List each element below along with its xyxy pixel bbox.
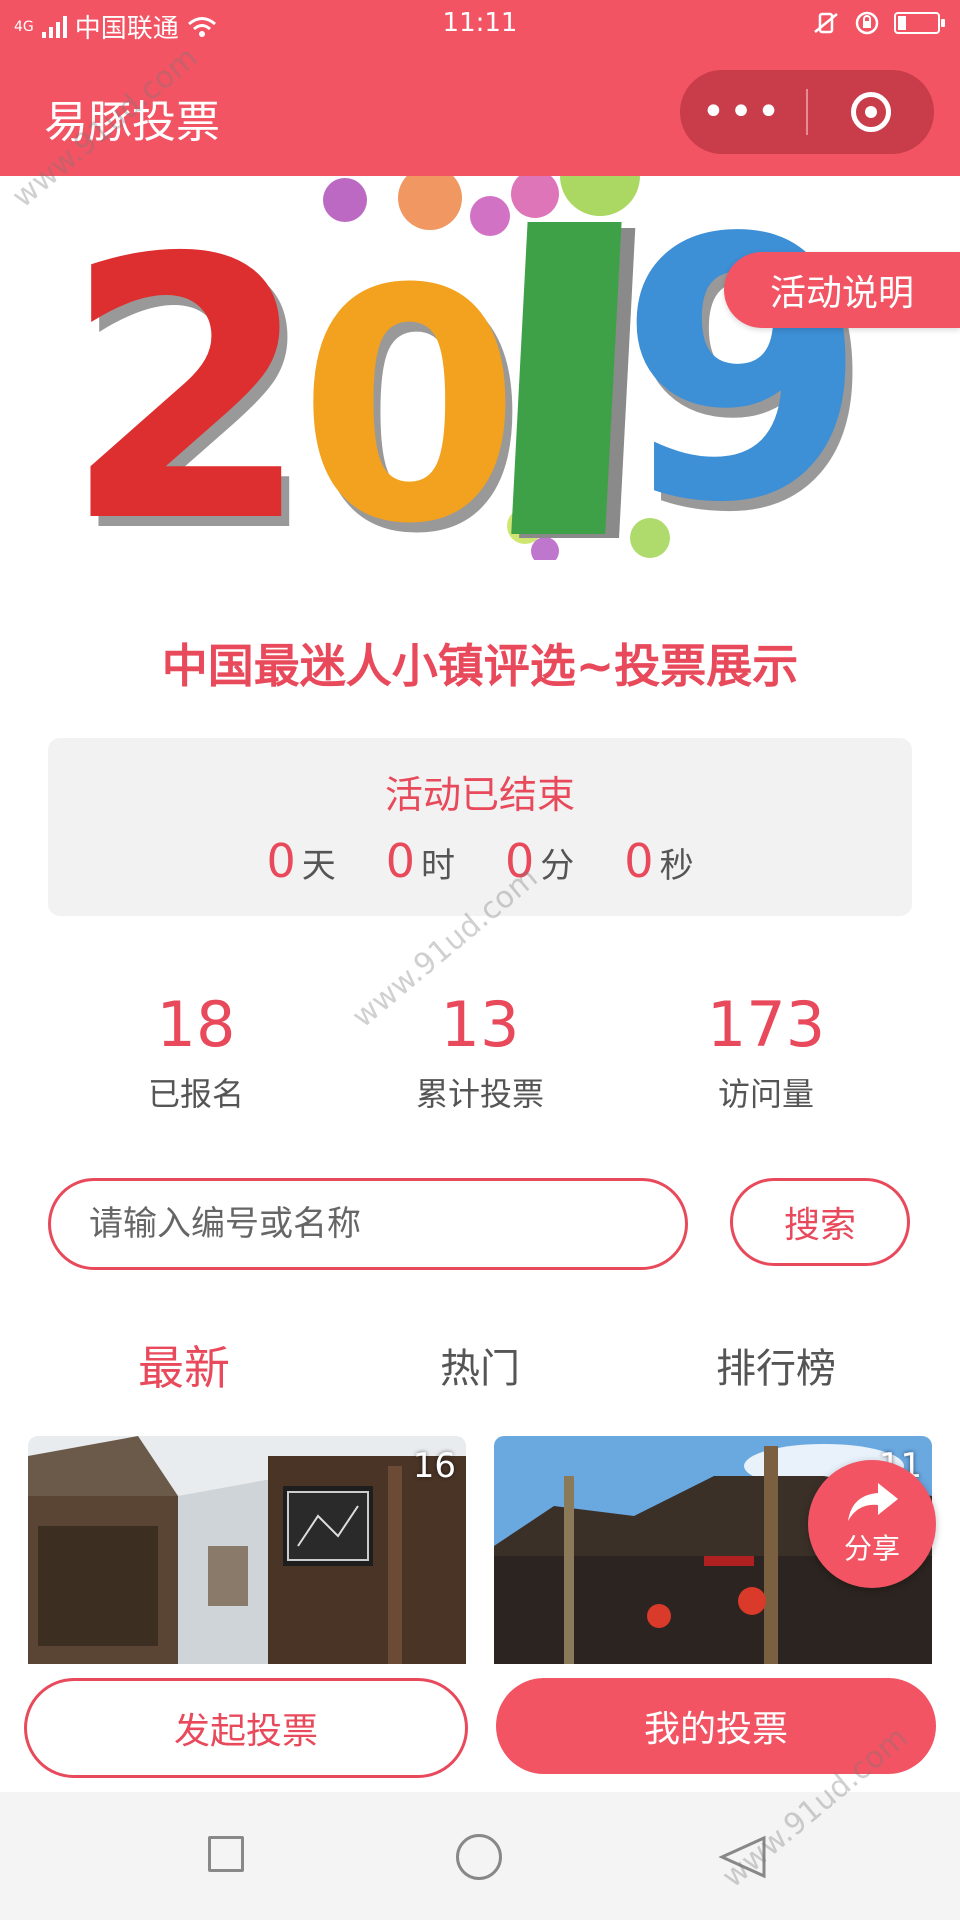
search-input[interactable] <box>48 1178 688 1270</box>
search-button[interactable]: 搜索 <box>730 1178 910 1266</box>
svg-text:0: 0 <box>298 222 521 560</box>
event-status: 活动已结束 <box>384 773 575 817</box>
countdown-seconds: 0 秒 <box>624 834 694 888</box>
start-vote-button[interactable]: 发起投票 <box>24 1678 468 1778</box>
stat-visits: 173 访问量 <box>706 988 826 1113</box>
close-button[interactable] <box>808 92 934 132</box>
tab-ranking[interactable]: 排行榜 <box>626 1336 926 1394</box>
vibrate-off-icon <box>814 12 838 34</box>
countdown-days: 0 天 <box>266 834 336 888</box>
status-bar: 4G 中国联通 11:11 <box>0 0 960 50</box>
recent-apps-icon[interactable] <box>208 1836 244 1872</box>
countdown-hours: 0 时 <box>385 834 455 888</box>
share-label: 分享 <box>843 1532 900 1565</box>
share-arrow-icon <box>848 1483 898 1521</box>
tab-popular[interactable]: 热门 <box>330 1336 630 1394</box>
share-button[interactable]: 分享 <box>808 1460 936 1588</box>
more-button[interactable]: ••• <box>680 89 806 135</box>
home-icon[interactable] <box>456 1834 502 1880</box>
battery-icon <box>894 12 945 34</box>
entry-photo <box>28 1436 466 1666</box>
svg-text:2: 2 <box>62 182 313 560</box>
svg-text:9: 9 <box>618 176 869 560</box>
countdown-panel: 活动已结束 0 天 0 时 0 分 0 秒 <box>48 738 912 916</box>
event-title: 中国最迷人小镇评选~投票展示 <box>161 639 799 693</box>
rules-button[interactable]: 活动说明 <box>724 252 960 328</box>
banner-image: 2 2 0 0 9 9 <box>62 176 876 560</box>
rotation-lock-icon <box>855 11 879 35</box>
stat-registered: 18 已报名 <box>147 988 244 1113</box>
entry-card[interactable]: 16 <box>28 1436 466 1666</box>
tab-latest[interactable]: 最新 <box>34 1332 334 1398</box>
mini-program-capsule: ••• <box>680 70 934 154</box>
entry-number: 16 <box>412 1446 456 1486</box>
target-icon <box>851 92 891 132</box>
banner: 2 2 0 0 9 9 活动说明 <box>0 176 960 560</box>
